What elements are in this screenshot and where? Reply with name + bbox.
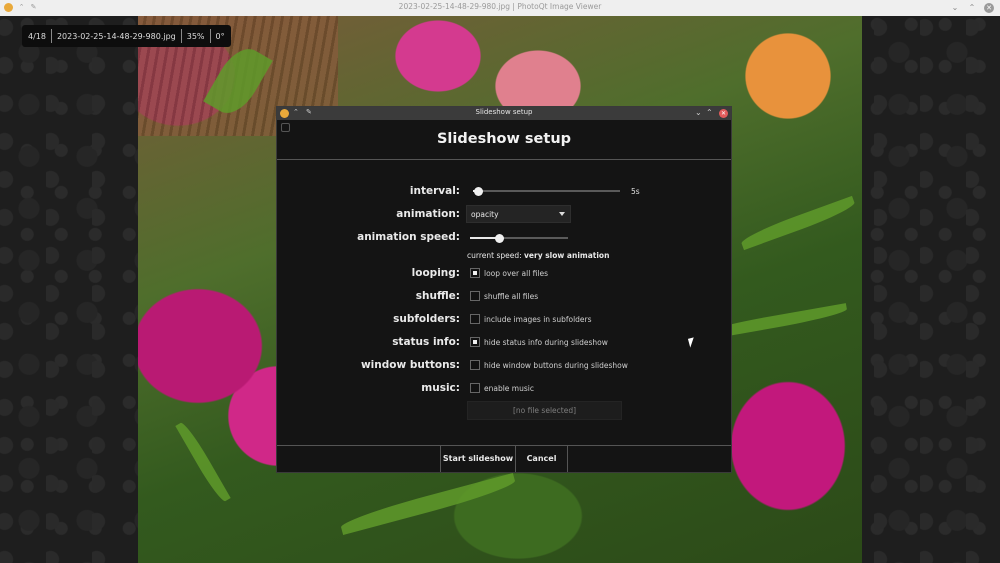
cancel-button[interactable]: Cancel [516, 446, 568, 472]
slideshow-setup-dialog: ⌃ ✎ Slideshow setup ⌄ ⌃ ✕ Slideshow setu… [277, 107, 731, 472]
shuffle-checkbox[interactable] [470, 291, 480, 301]
interval-label: interval: [409, 185, 460, 197]
minimize-icon[interactable]: ⌄ [695, 108, 702, 117]
file-name: 2023-02-25-14-48-29-980.jpg [56, 31, 176, 41]
status-info: 4/18 2023-02-25-14-48-29-980.jpg 35% 0° [22, 25, 231, 47]
current-speed-note: current speed: very slow animation [467, 251, 609, 260]
status-info-checkbox[interactable] [470, 337, 480, 347]
subfolders-checkbox[interactable] [470, 314, 480, 324]
shuffle-checkbox-label[interactable]: shuffle all files [484, 292, 538, 301]
looping-label: looping: [411, 267, 460, 279]
divider [209, 29, 211, 43]
animation-speed-label: animation speed: [357, 231, 460, 243]
minimize-icon[interactable]: ⌄ [950, 3, 960, 13]
dialog-heading: Slideshow setup [436, 131, 572, 147]
music-label: music: [421, 382, 460, 394]
subfolders-label: subfolders: [393, 313, 460, 325]
window-title: 2023-02-25-14-48-29-980.jpg | PhotoQt Im… [398, 2, 602, 11]
window-titlebar: ⌃ ✎ 2023-02-25-14-48-29-980.jpg | PhotoQ… [0, 0, 1000, 17]
divider [50, 29, 52, 43]
window-buttons-checkbox[interactable] [470, 360, 480, 370]
zoom-level: 35% [186, 31, 205, 41]
dialog-window-title: Slideshow setup [475, 108, 533, 116]
music-checkbox-label[interactable]: enable music [484, 384, 534, 393]
animation-select-value: opacity [471, 210, 499, 219]
interval-value: 5s [631, 187, 640, 196]
chevron-down-icon [559, 212, 565, 216]
shuffle-label: shuffle: [415, 290, 460, 302]
music-file-field[interactable]: [no file selected] [467, 401, 622, 420]
window-buttons-label: window buttons: [360, 359, 460, 371]
animation-label: animation: [396, 208, 460, 220]
music-checkbox[interactable] [470, 383, 480, 393]
image-counter: 4/18 [28, 31, 46, 41]
start-slideshow-button[interactable]: Start slideshow [440, 446, 516, 472]
status-info-label: status info: [392, 336, 460, 348]
rotation-angle: 0° [215, 31, 225, 41]
interval-slider-handle[interactable] [474, 186, 484, 196]
current-speed-value: very slow animation [524, 251, 610, 260]
window-buttons-checkbox-label[interactable]: hide window buttons during slideshow [484, 361, 628, 370]
animation-speed-slider[interactable] [470, 233, 568, 243]
subfolders-checkbox-label[interactable]: include images in subfolders [484, 315, 592, 324]
looping-checkbox[interactable] [470, 268, 480, 278]
status-info-checkbox-label[interactable]: hide status info during slideshow [484, 338, 608, 347]
animation-speed-slider-handle[interactable] [494, 233, 504, 243]
maximize-icon[interactable]: ⌃ [706, 108, 713, 117]
divider [277, 159, 731, 160]
dialog-titlebar[interactable]: ⌃ ✎ Slideshow setup ⌄ ⌃ ✕ [277, 107, 731, 120]
image-detail [739, 195, 857, 251]
looping-checkbox-label[interactable]: loop over all files [484, 269, 548, 278]
maximize-icon[interactable]: ⌃ [967, 3, 977, 13]
current-speed-prefix: current speed: [467, 251, 525, 260]
close-icon[interactable]: ✕ [719, 109, 728, 118]
image-detail [175, 420, 231, 504]
image-detail [338, 472, 518, 536]
interval-slider[interactable] [473, 186, 620, 196]
divider [180, 29, 182, 43]
close-icon[interactable]: ✕ [984, 3, 994, 13]
animation-select[interactable]: opacity [466, 205, 571, 223]
